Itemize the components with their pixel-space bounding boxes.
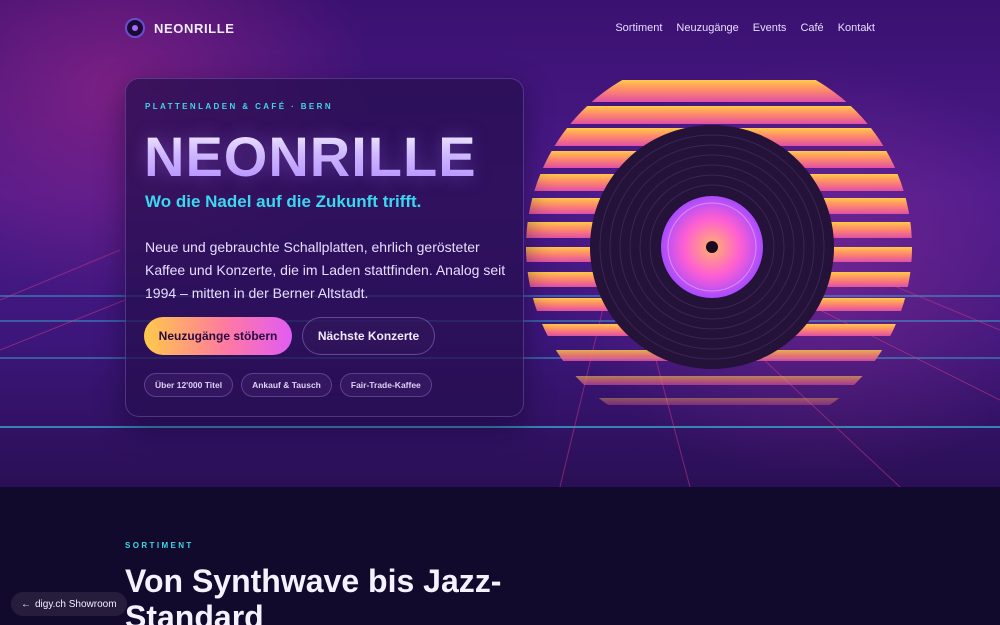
badge-label: digy.ch Showroom <box>35 598 117 610</box>
record-logo-icon <box>125 18 145 38</box>
showroom-badge[interactable]: ← digy.ch Showroom <box>11 592 127 616</box>
arrow-left-icon: ← <box>21 598 31 610</box>
brand[interactable]: NEONRILLE <box>125 18 235 38</box>
browse-new-arrivals-button[interactable]: Neuzugänge stöbern <box>144 317 292 355</box>
hero-section: NEONRILLE Sortiment Neuzugänge Events Ca… <box>0 0 1000 487</box>
vinyl-record <box>590 125 834 369</box>
hero-eyebrow: PLATTENLADEN & CAFÉ · BERN <box>145 102 334 111</box>
assortment-section: SORTIMENT Von Synthwave bis Jazz-Standar… <box>0 487 1000 625</box>
section-title: Von Synthwave bis Jazz-Standard <box>125 563 502 625</box>
nav-link-neuzugaenge[interactable]: Neuzugänge <box>676 22 738 34</box>
retro-sun-record-illustration <box>526 80 912 405</box>
brand-name: NEONRILLE <box>154 20 235 36</box>
nav-links: Sortiment Neuzugänge Events Café Kontakt <box>615 22 875 34</box>
top-navigation: NEONRILLE Sortiment Neuzugänge Events Ca… <box>125 16 875 40</box>
hero-tagline: Wo die Nadel auf die Zukunft trifft. <box>145 192 422 211</box>
next-concerts-button[interactable]: Nächste Konzerte <box>302 317 435 355</box>
nav-link-events[interactable]: Events <box>753 22 787 34</box>
feature-chip: Über 12'000 Titel <box>144 373 234 397</box>
hero-description: Neue und gebrauchte Schallplatten, ehrli… <box>145 239 506 301</box>
hero-card: PLATTENLADEN & CAFÉ · BERN NEONRILLE Wo … <box>125 78 524 417</box>
hero-title: NEONRILLE <box>144 125 477 188</box>
nav-link-sortiment[interactable]: Sortiment <box>615 22 662 34</box>
feature-chips: Über 12'000 Titel Ankauf & Tausch Fair-T… <box>144 373 432 397</box>
nav-link-kontakt[interactable]: Kontakt <box>838 22 875 34</box>
nav-link-cafe[interactable]: Café <box>800 22 823 34</box>
section-eyebrow: SORTIMENT <box>125 541 194 550</box>
feature-chip: Fair-Trade-Kaffee <box>339 373 432 397</box>
feature-chip: Ankauf & Tausch <box>241 373 332 397</box>
